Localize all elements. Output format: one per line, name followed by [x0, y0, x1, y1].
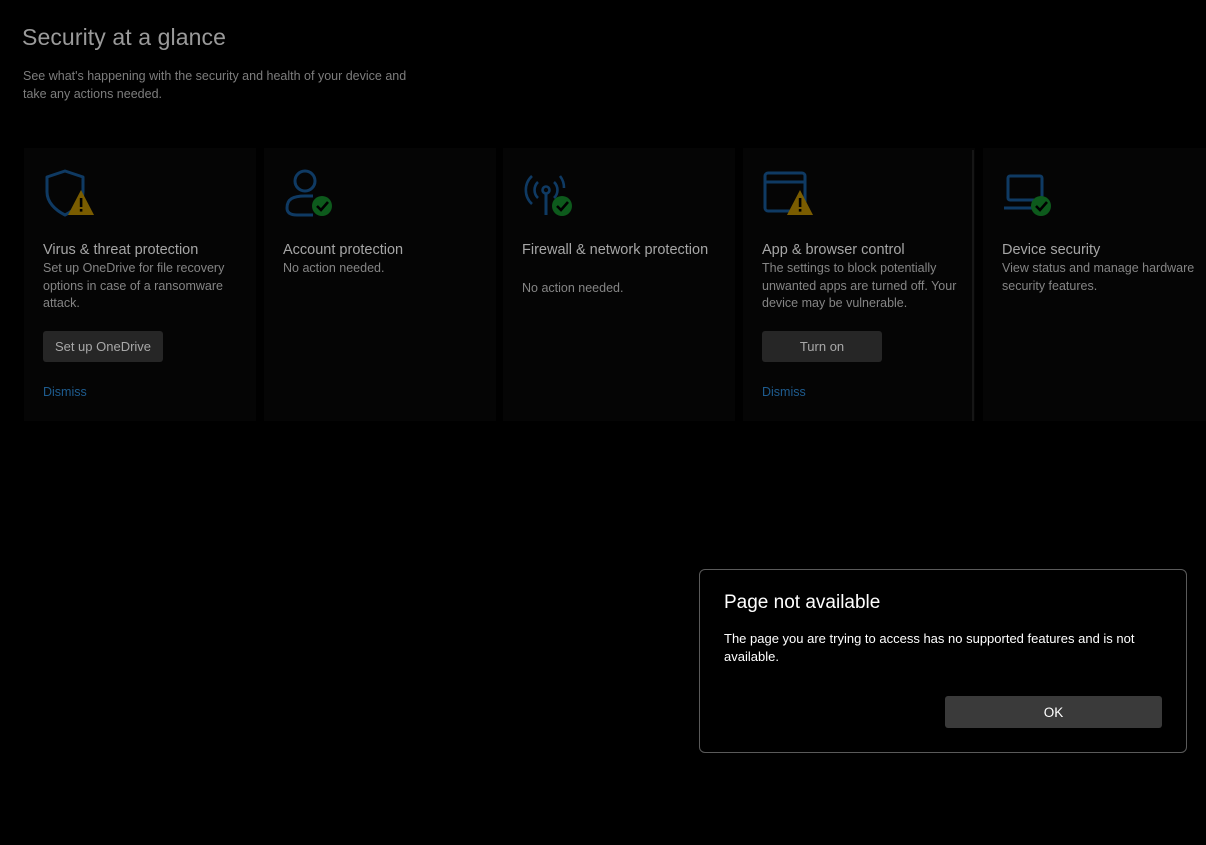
card-device-security[interactable]: Device security View status and manage h… [983, 148, 1206, 421]
page-title: Security at a glance [22, 24, 227, 50]
security-at-a-glance-page: Security at a glance See what's happenin… [0, 0, 1206, 845]
card-divider [972, 150, 974, 421]
card-description: The settings to block potentially unwant… [762, 261, 957, 310]
card-app-browser-control[interactable]: App & browser control The settings to bl… [743, 148, 975, 421]
antenna-check-icon [522, 168, 578, 222]
turn-on-button[interactable]: Turn on [762, 331, 882, 362]
card-account-protection[interactable]: Account protection No action needed. [264, 148, 496, 421]
page-subtitle: See what's happening with the security a… [23, 69, 407, 101]
card-description: No action needed. [283, 261, 385, 275]
card-title: Virus & threat protection [43, 242, 199, 258]
page-not-available-dialog: Page not available The page you are tryi… [699, 569, 1187, 753]
card-title: Account protection [283, 242, 404, 258]
dismiss-link[interactable]: Dismiss [43, 385, 87, 399]
card-virus-threat-protection[interactable]: Virus & threat protection Set up OneDriv… [24, 148, 256, 421]
dialog-title: Page not available [724, 592, 881, 613]
card-description: Set up OneDrive for file recovery option… [43, 261, 225, 310]
account-check-icon [283, 168, 339, 222]
card-title: Device security [1002, 242, 1101, 258]
card-description: View status and manage hardware security… [1002, 261, 1195, 293]
dismiss-link[interactable]: Dismiss [762, 385, 806, 399]
card-title: Firewall & network protection [522, 242, 709, 258]
browser-warning-icon [762, 168, 818, 222]
dialog-message: The page you are trying to access has no… [724, 631, 1135, 664]
laptop-check-icon [1002, 168, 1058, 222]
card-title: App & browser control [762, 242, 905, 258]
card-description: No action needed. [522, 281, 624, 295]
ok-button[interactable]: OK [945, 696, 1162, 728]
card-firewall-network-protection[interactable]: Firewall & network protection No action … [503, 148, 735, 421]
setup-onedrive-button[interactable]: Set up OneDrive [43, 331, 163, 362]
shield-warning-icon [43, 168, 99, 222]
